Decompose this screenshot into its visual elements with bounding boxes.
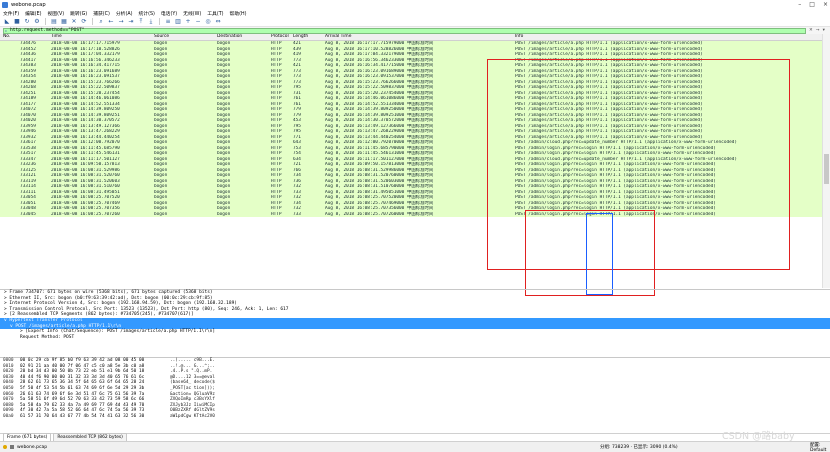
detail-text: [Expert Info (Chat/Sequence): POST /imag… <box>25 329 216 335</box>
menu-item[interactable]: 文件(F) <box>3 10 19 17</box>
cell-arrival-time: Aug 8, 2018 16:08:25.707260000 中国标准时间 <box>325 211 434 217</box>
menu-item[interactable]: 帮助(H) <box>230 10 247 17</box>
menu-item[interactable]: 视图(V) <box>47 10 64 17</box>
minimize-icon[interactable]: – <box>798 1 801 8</box>
cell-no: 733045 <box>20 211 36 217</box>
wireshark-icon <box>2 1 8 8</box>
cell-time: 2018-08-08 16:08:25.707260 <box>51 211 120 217</box>
detail-tree-item[interactable]: Request Method: POST <box>0 335 830 341</box>
status-file-name: webone.pcap <box>17 444 48 450</box>
menu-item[interactable]: 统计(S) <box>138 10 154 17</box>
forward-arrow-icon[interactable]: → <box>117 18 125 26</box>
display-filter-bar: ▸ http.request.method=="POST" ✕ → ▾ <box>0 27 830 34</box>
display-filter-value: http.request.method=="POST" <box>10 27 85 33</box>
packet-details-pane[interactable]: > Frame 734707: 671 bytes on wire (5368 … <box>0 289 830 357</box>
detail-text: Frame 734707: 671 bytes on wire (5368 bi… <box>9 290 213 295</box>
cell-destination: bogon <box>217 211 231 217</box>
menu-item[interactable]: 编辑(E) <box>25 10 41 17</box>
detail-text: Ethernet II, Src: bogon (b0:f9:63:39:42:… <box>9 295 213 301</box>
menu-item[interactable]: 捕获(C) <box>93 10 110 17</box>
byte-hex[interactable]: 61 57 31 70 64 43 67 77 4b 54 74 41 63 3… <box>20 414 144 420</box>
detail-text: Internet Protocol Version 4, Src: bogon … <box>9 301 237 307</box>
filter-dropdown-icon[interactable]: ▾ <box>823 28 825 33</box>
annotation-blue-box-rec <box>586 213 613 295</box>
shark-fin-start-icon[interactable]: ◣ <box>3 18 11 26</box>
reload-icon[interactable]: ⟳ <box>80 18 88 26</box>
goto-icon[interactable]: ⇥ <box>127 18 135 26</box>
column-header-destination[interactable]: Destination <box>217 34 272 39</box>
window-controls: – □ × <box>798 1 828 8</box>
back-arrow-icon[interactable]: ← <box>107 18 115 26</box>
detail-text: POST /images/article/a.php HTTP/1.1\r\n <box>15 323 122 329</box>
status-bar: webone.pcap 分组: 738239 · 已显示: 3090 (0.4%… <box>0 441 830 452</box>
window-title: webone.pcap <box>11 1 46 8</box>
maximize-icon[interactable]: □ <box>809 1 815 8</box>
bookmark-icon[interactable]: ▸ <box>5 28 7 33</box>
csdn-watermark: CSDN @路baby <box>722 431 795 442</box>
byte-offset[interactable]: 00a0 <box>3 414 14 420</box>
menu-bar: 文件(F) 编辑(E) 视图(V) 跳转(G) 捕获(C) 分析(A) 统计(S) 电话(Y)… <box>0 9 830 17</box>
column-header-info[interactable]: Info <box>515 34 815 39</box>
last-packet-icon[interactable]: ⤓ <box>147 18 155 26</box>
packet-bytes-pane[interactable]: 0000 00 0c 29 cb 9f 85 b0 f9 63 39 42 ad … <box>0 357 830 433</box>
menu-item[interactable]: 跳转(G) <box>70 10 87 17</box>
status-profile[interactable]: 配置: Default <box>810 442 830 452</box>
status-packet-stats: 分组: 738239 · 已显示: 3090 (0.4%) <box>600 445 678 450</box>
apply-filter-icon[interactable]: → <box>816 28 820 33</box>
toolbar-separator <box>159 18 160 25</box>
cell-protocol: HTTP <box>271 211 282 217</box>
cell-length: 733 <box>293 211 301 217</box>
expert-info-icon[interactable] <box>3 445 7 449</box>
display-filter-input[interactable]: ▸ http.request.method=="POST" <box>3 27 806 34</box>
colorize-icon[interactable]: ▥ <box>174 18 182 26</box>
resize-columns-icon[interactable]: ⇔ <box>214 18 222 26</box>
column-header-protocol[interactable]: Protocol <box>271 34 293 39</box>
normal-size-icon[interactable]: ◎ <box>204 18 212 26</box>
zoom-out-icon[interactable]: − <box>194 18 202 26</box>
title-bar: webone.pcap – □ × <box>0 0 830 9</box>
detail-text: Hypertext Transfer Protocol <box>9 317 83 323</box>
column-header-no[interactable]: No. <box>3 34 33 39</box>
column-header-time[interactable]: Time <box>51 34 151 39</box>
first-packet-icon[interactable]: ⤒ <box>137 18 145 26</box>
column-header-length[interactable]: Length <box>293 34 313 39</box>
column-header-arrival-time[interactable]: Arrival Time <box>325 34 510 39</box>
packet-list-scrollbar[interactable] <box>822 34 830 288</box>
close-file-icon[interactable]: ✕ <box>70 18 78 26</box>
save-file-icon[interactable]: ▦ <box>60 18 68 26</box>
cell-source: bogon <box>154 211 168 217</box>
packet-list-header: No. Time Source Destination Protocol Len… <box>0 34 830 41</box>
main-toolbar: ◣ ■ ↻ ⚙ ▤ ▦ ✕ ⟳ ⌕ ← → ⇥ ⤒ ⤓ ≡ ▥ + − ◎ ⇔ <box>0 17 830 27</box>
capture-file-icon[interactable] <box>10 445 14 449</box>
options-gear-icon[interactable]: ⚙ <box>33 18 41 26</box>
byte-line: 00a0 61 57 31 70 64 43 67 77 4b 54 74 41 … <box>0 414 830 420</box>
zoom-in-icon[interactable]: + <box>184 18 192 26</box>
autoscroll-icon[interactable]: ≡ <box>164 18 172 26</box>
find-icon[interactable]: ⌕ <box>97 18 105 26</box>
toolbar-separator <box>92 18 93 25</box>
menu-item[interactable]: 电话(Y) <box>161 10 177 17</box>
detail-text: Request Method: POST <box>20 334 75 340</box>
detail-text: [2 Reassembled TCP Segments (862 bytes):… <box>9 312 194 318</box>
byte-ascii[interactable]: aW1pdCgw KTtAc2V0 <box>170 414 215 420</box>
restart-icon[interactable]: ↻ <box>23 18 31 26</box>
menu-item[interactable]: 无线(W) <box>183 10 201 17</box>
filter-actions: ✕ → ▾ <box>809 28 825 33</box>
menu-item[interactable]: 工具(T) <box>207 10 223 17</box>
stop-icon[interactable]: ■ <box>13 18 21 26</box>
menu-item[interactable]: 分析(A) <box>116 10 133 17</box>
clear-filter-icon[interactable]: ✕ <box>809 28 813 33</box>
close-icon[interactable]: × <box>823 1 828 8</box>
open-file-icon[interactable]: ▤ <box>50 18 58 26</box>
column-header-source[interactable]: Source <box>154 34 214 39</box>
bytes-tab-bar: Frame (671 bytes) Reassembled TCP (862 by… <box>0 433 830 442</box>
toolbar-separator <box>45 18 46 25</box>
scrollbar-thumb[interactable] <box>824 154 829 184</box>
